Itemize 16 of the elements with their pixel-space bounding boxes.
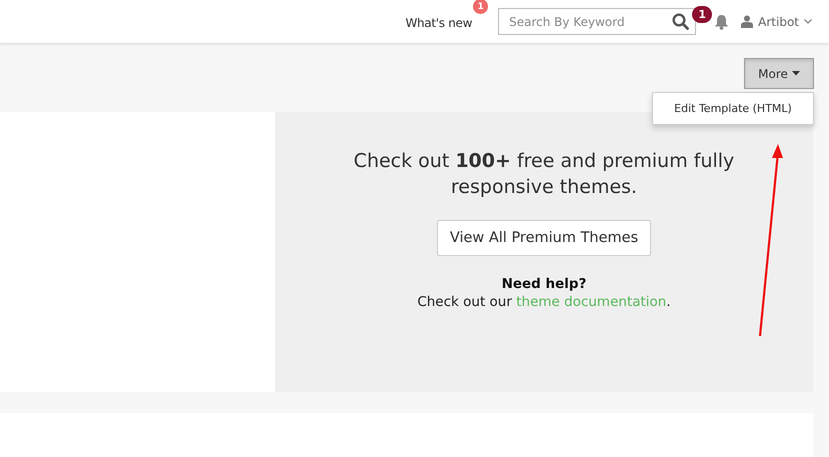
bell-icon[interactable] [714, 14, 730, 30]
search-icon[interactable] [672, 13, 690, 30]
menu-item[interactable]: Edit Template (HTML) [653, 98, 813, 119]
whats-new-link[interactable]: What's new [405, 16, 472, 30]
help-text: Check out our theme documentation. [417, 294, 671, 310]
caret-icon [792, 71, 800, 76]
user-menu[interactable]: Artibot [758, 14, 799, 28]
search-field[interactable]: Search By Keyword [498, 8, 696, 35]
user-icon[interactable] [741, 15, 754, 28]
promo-headline: Check out 100+ free and premium fully responsive themes. [352, 149, 736, 200]
help-title: Need help? [502, 276, 586, 292]
view-themes-button[interactable]: View All Premium Themes [436, 220, 652, 256]
chevron-icon[interactable] [804, 19, 812, 24]
notification-badge: 1 [692, 6, 712, 22]
notification-badge: 1 [473, 0, 488, 14]
more-button[interactable]: More [744, 58, 814, 89]
